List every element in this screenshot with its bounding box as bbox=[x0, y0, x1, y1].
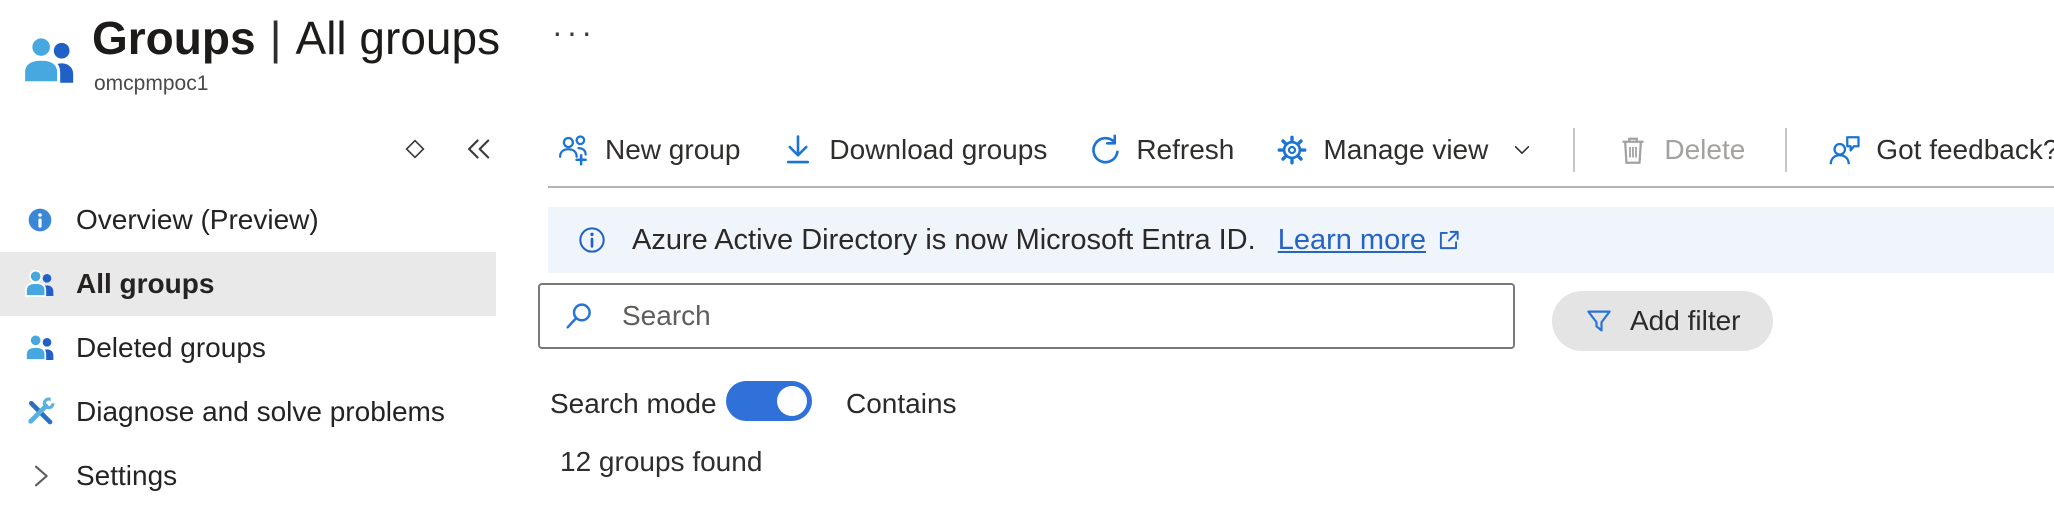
info-icon bbox=[24, 204, 56, 236]
double-chevron-left-icon[interactable] bbox=[462, 132, 496, 166]
learn-more-link[interactable]: Learn more bbox=[1278, 224, 1462, 257]
search-icon bbox=[562, 299, 596, 333]
sidebar-item-label: Overview (Preview) bbox=[76, 204, 319, 236]
groups-page: Groups | All groups omcpmpoc1 ··· Overview… bbox=[0, 0, 2054, 510]
sidebar: Overview (Preview) All groups Deleted gr… bbox=[0, 188, 496, 508]
search-mode-toggle[interactable] bbox=[726, 381, 812, 421]
button-label: New group bbox=[605, 134, 740, 166]
add-filter-button[interactable]: Add filter bbox=[1552, 291, 1773, 351]
sidebar-item-label: All groups bbox=[76, 268, 214, 300]
entra-info-banner: Azure Active Directory is now Microsoft … bbox=[548, 207, 2054, 273]
more-options-button[interactable]: ··· bbox=[546, 8, 602, 57]
page-title-separator: | bbox=[270, 12, 282, 64]
search-mode-value: Contains bbox=[846, 388, 957, 420]
gear-icon bbox=[1274, 132, 1310, 168]
groups-icon bbox=[24, 268, 56, 300]
groups-app-icon bbox=[20, 32, 78, 90]
filter-icon bbox=[1584, 306, 1614, 336]
page-title-secondary: All groups bbox=[296, 12, 501, 64]
button-label: Delete bbox=[1664, 134, 1745, 166]
sidebar-item-label: Diagnose and solve problems bbox=[76, 396, 445, 428]
search-input[interactable] bbox=[620, 299, 1464, 333]
toolbar-separator bbox=[1573, 128, 1575, 172]
download-groups-button[interactable]: Download groups bbox=[780, 132, 1047, 168]
new-group-icon bbox=[556, 132, 592, 168]
refresh-icon bbox=[1087, 132, 1123, 168]
button-label: Got feedback? bbox=[1876, 134, 2054, 166]
sidebar-item-all-groups[interactable]: All groups bbox=[0, 252, 496, 316]
sidebar-item-label: Settings bbox=[76, 460, 177, 492]
tools-icon bbox=[24, 396, 56, 428]
external-link-icon bbox=[1436, 227, 1462, 253]
search-box bbox=[538, 283, 1515, 349]
banner-message: Azure Active Directory is now Microsoft … bbox=[632, 224, 1256, 257]
trash-icon bbox=[1615, 132, 1651, 168]
groups-icon bbox=[24, 332, 56, 364]
button-label: Refresh bbox=[1136, 134, 1234, 166]
download-icon bbox=[780, 132, 816, 168]
chevron-right-icon bbox=[24, 460, 56, 492]
add-filter-label: Add filter bbox=[1630, 305, 1741, 337]
tenant-name: omcpmpoc1 bbox=[94, 72, 208, 96]
sidebar-item-settings[interactable]: Settings bbox=[0, 444, 496, 508]
toggle-knob bbox=[777, 386, 807, 416]
button-label: Download groups bbox=[829, 134, 1047, 166]
new-group-button[interactable]: New group bbox=[556, 132, 740, 168]
chevron-down-icon bbox=[1511, 139, 1533, 161]
button-label: Manage view bbox=[1323, 134, 1488, 166]
manage-view-button[interactable]: Manage view bbox=[1274, 132, 1533, 168]
sidebar-item-diagnose[interactable]: Diagnose and solve problems bbox=[0, 380, 496, 444]
page-title-primary: Groups bbox=[92, 12, 256, 64]
command-bar: New group Download groups Refresh Manage… bbox=[556, 127, 2054, 173]
sidebar-item-overview[interactable]: Overview (Preview) bbox=[0, 188, 496, 252]
sidebar-item-label: Deleted groups bbox=[76, 332, 266, 364]
page-title: Groups | All groups bbox=[92, 10, 500, 66]
got-feedback-button[interactable]: Got feedback? bbox=[1827, 132, 2054, 168]
feedback-icon bbox=[1827, 132, 1863, 168]
results-count: 12 groups found bbox=[560, 446, 762, 478]
delete-button: Delete bbox=[1615, 132, 1745, 168]
toolbar-separator bbox=[1785, 128, 1787, 172]
toolbar-divider bbox=[548, 186, 2054, 188]
sidebar-item-deleted-groups[interactable]: Deleted groups bbox=[0, 316, 496, 380]
diamond-dock-icon[interactable] bbox=[400, 134, 430, 164]
info-outline-icon bbox=[576, 224, 608, 256]
learn-more-label: Learn more bbox=[1278, 224, 1426, 257]
search-mode-label: Search mode bbox=[550, 388, 717, 420]
refresh-button[interactable]: Refresh bbox=[1087, 132, 1234, 168]
